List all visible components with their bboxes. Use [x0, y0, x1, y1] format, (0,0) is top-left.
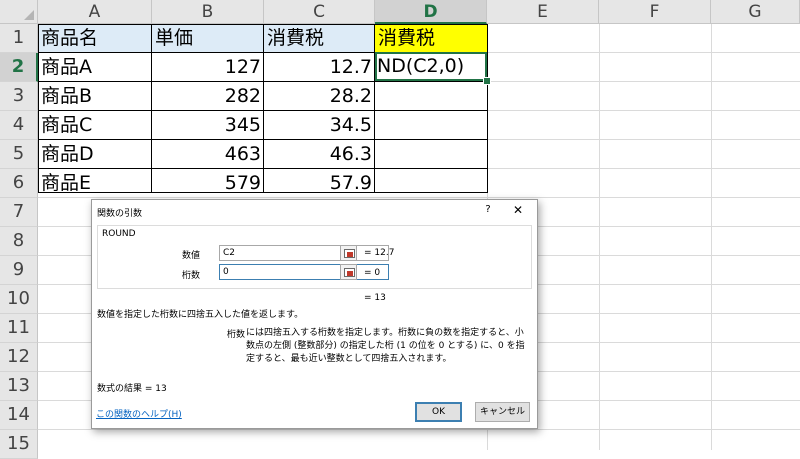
help-icon[interactable]: ? [481, 204, 495, 218]
row-header-13[interactable]: 13 [0, 372, 38, 401]
function-help-link[interactable]: この関数のヘルプ(H) [96, 407, 182, 420]
dialog-title: 関数の引数 [97, 209, 143, 219]
row-header-6[interactable]: 6 [0, 169, 38, 198]
row-header-3[interactable]: 3 [0, 82, 38, 111]
function-description: 数値を指定した桁数に四捨五入した値を返します。 [97, 310, 304, 320]
row-header-8[interactable]: 8 [0, 227, 38, 256]
gridline [599, 24, 600, 450]
column-header-c[interactable]: C [264, 0, 375, 24]
arg-label-number: 数値 [182, 251, 201, 261]
gridline [38, 429, 800, 430]
cell-d2-formula-text[interactable]: ND(C2,0) [377, 52, 485, 80]
column-header-f[interactable]: F [599, 0, 711, 24]
function-arguments-dialog: 関数の引数 ? ✕ ROUND 数値 C2 = 12.7 桁数 0 = 0 = … [91, 199, 538, 429]
table-line [38, 81, 488, 82]
table-line [38, 168, 488, 169]
arg-result-digits: = 0 [364, 268, 381, 278]
row-header-15[interactable]: 15 [0, 430, 38, 459]
table-line [38, 110, 488, 111]
row-header-14[interactable]: 14 [0, 401, 38, 430]
select-all-corner[interactable] [0, 0, 38, 24]
ok-button[interactable]: OK [415, 402, 462, 422]
column-header-e[interactable]: E [487, 0, 599, 24]
cancel-button[interactable]: キャンセル [475, 402, 530, 422]
arg-description-text: には四捨五入する桁数を指定します。桁数に負の数を指定すると、小数点の左側 (整数… [246, 328, 525, 364]
column-header-d[interactable]: D [375, 0, 487, 24]
row-header-10[interactable]: 10 [0, 285, 38, 314]
column-header-g[interactable]: G [711, 0, 800, 24]
row-header-9[interactable]: 9 [0, 256, 38, 285]
formula-result-preview: = 13 [364, 293, 386, 303]
row-header-5[interactable]: 5 [0, 140, 38, 169]
table-line [38, 139, 488, 140]
gridline [711, 24, 712, 450]
row-header-7[interactable]: 7 [0, 198, 38, 227]
column-header-b[interactable]: B [152, 0, 264, 24]
function-name: ROUND [102, 229, 136, 239]
fill-handle[interactable] [483, 77, 491, 85]
arg-label-digits: 桁数 [182, 271, 201, 281]
formula-result: 数式の結果 = 13 [97, 384, 167, 394]
row-header-2[interactable]: 2 [0, 53, 38, 82]
close-icon[interactable]: ✕ [511, 203, 525, 217]
row-header-1[interactable]: 1 [0, 24, 38, 53]
arg-result-number: = 12.7 [364, 248, 395, 258]
collapse-dialog-icon[interactable] [340, 245, 357, 261]
row-header-12[interactable]: 12 [0, 343, 38, 372]
arg-description-name: 桁数 [227, 330, 246, 340]
row-header-4[interactable]: 4 [0, 111, 38, 140]
collapse-dialog-icon[interactable] [340, 264, 357, 280]
row-header-11[interactable]: 11 [0, 314, 38, 343]
column-header-a[interactable]: A [38, 0, 152, 24]
